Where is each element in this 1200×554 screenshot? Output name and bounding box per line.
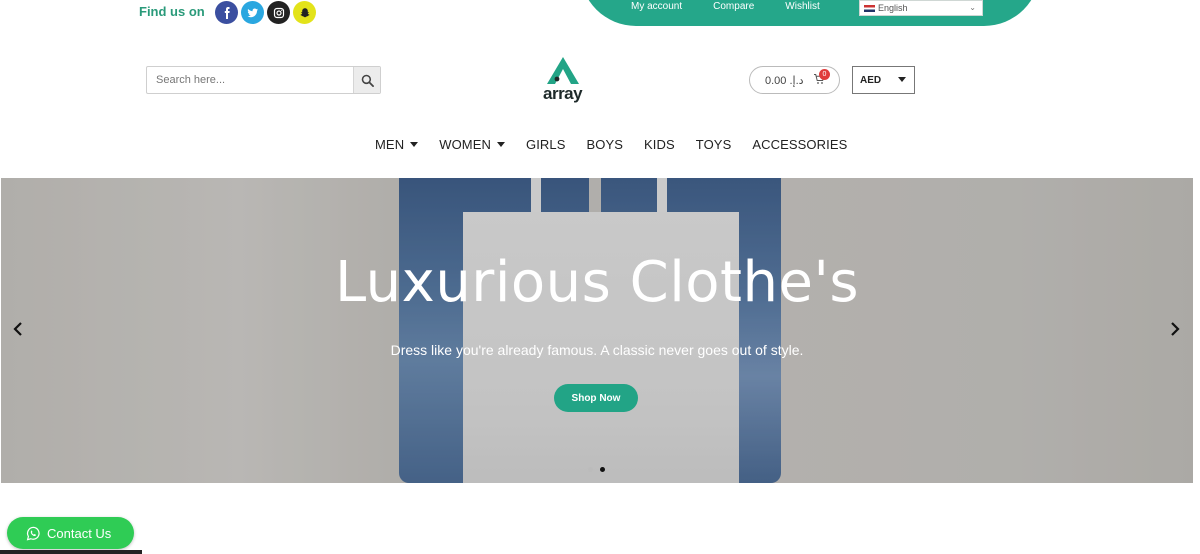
top-links: My account Compare Wishlist bbox=[631, 1, 820, 13]
hero-subtitle: Dress like you're already famous. A clas… bbox=[390, 342, 804, 358]
slider-pagination bbox=[588, 467, 605, 472]
wishlist-link[interactable]: Wishlist bbox=[785, 1, 819, 13]
compare-link[interactable]: Compare bbox=[713, 1, 754, 13]
search-button[interactable] bbox=[353, 67, 380, 93]
my-account-link[interactable]: My account bbox=[631, 1, 682, 13]
snapchat-icon[interactable] bbox=[293, 1, 316, 24]
nav-item-boys[interactable]: BOYS bbox=[587, 137, 624, 152]
logo-mark-icon bbox=[547, 57, 579, 84]
cart-button[interactable]: 0.00 .د.إ 0 bbox=[749, 66, 840, 94]
contact-us-label: Contact Us bbox=[47, 525, 112, 541]
nav-item-accessories[interactable]: ACCESSORIES bbox=[752, 137, 847, 152]
nav-item-women[interactable]: WOMEN bbox=[439, 137, 505, 152]
nav-item-kids[interactable]: KIDS bbox=[644, 137, 675, 152]
nav-item-label: BOYS bbox=[586, 137, 624, 152]
nav-item-label: TOYS bbox=[695, 137, 732, 152]
logo-text: array bbox=[543, 84, 583, 103]
slider-next-button[interactable] bbox=[1166, 320, 1184, 338]
main-nav: MEN WOMEN GIRLS BOYS KIDS TOYS ACCESSORI… bbox=[375, 137, 847, 152]
slider-dot-1[interactable] bbox=[588, 467, 593, 472]
nav-item-label: ACCESSORIES bbox=[752, 137, 848, 152]
hero-slider: Luxurious Clothe's Dress like you're alr… bbox=[1, 178, 1193, 483]
language-label: English bbox=[878, 3, 908, 13]
caret-down-icon bbox=[898, 77, 906, 82]
cart-count-badge: 0 bbox=[819, 69, 830, 80]
facebook-icon[interactable] bbox=[215, 1, 238, 24]
nav-item-men[interactable]: MEN bbox=[375, 137, 419, 152]
currency-select[interactable]: AED bbox=[852, 66, 915, 94]
nav-item-toys[interactable]: TOYS bbox=[696, 137, 732, 152]
site-logo[interactable]: array bbox=[540, 54, 590, 106]
uk-flag-icon bbox=[864, 4, 875, 12]
nav-item-label: GIRLS bbox=[525, 137, 566, 152]
hero-title: Luxurious Clothe's bbox=[334, 250, 860, 315]
nav-item-label: KIDS bbox=[644, 137, 675, 152]
caret-down-icon bbox=[496, 142, 505, 147]
slider-prev-button[interactable] bbox=[9, 320, 27, 338]
nav-item-girls[interactable]: GIRLS bbox=[526, 137, 566, 152]
caret-down-icon bbox=[410, 142, 419, 147]
find-us-label: Find us on bbox=[139, 4, 205, 19]
cart-amount: 0.00 .د.إ bbox=[765, 74, 804, 87]
language-select[interactable]: English ⌄ bbox=[859, 0, 983, 16]
shop-now-button[interactable]: Shop Now bbox=[554, 384, 638, 412]
search-input[interactable] bbox=[147, 67, 353, 93]
nav-item-label: WOMEN bbox=[439, 137, 491, 152]
contact-us-button[interactable]: Contact Us bbox=[7, 517, 134, 549]
bottom-strip bbox=[0, 550, 142, 554]
search-icon bbox=[361, 74, 374, 87]
chevron-down-icon: ⌄ bbox=[969, 3, 976, 12]
nav-item-label: MEN bbox=[375, 137, 405, 152]
hero-overlay bbox=[1, 178, 1193, 483]
chevron-right-icon bbox=[1171, 322, 1180, 336]
search-box bbox=[146, 66, 381, 94]
currency-label: AED bbox=[860, 74, 882, 86]
twitter-icon[interactable] bbox=[241, 1, 264, 24]
slider-dot-2[interactable] bbox=[600, 467, 605, 472]
chevron-left-icon bbox=[13, 322, 22, 336]
page-edge bbox=[1193, 0, 1200, 554]
whatsapp-icon bbox=[26, 526, 40, 540]
social-links bbox=[215, 1, 316, 24]
instagram-icon[interactable] bbox=[267, 1, 290, 24]
